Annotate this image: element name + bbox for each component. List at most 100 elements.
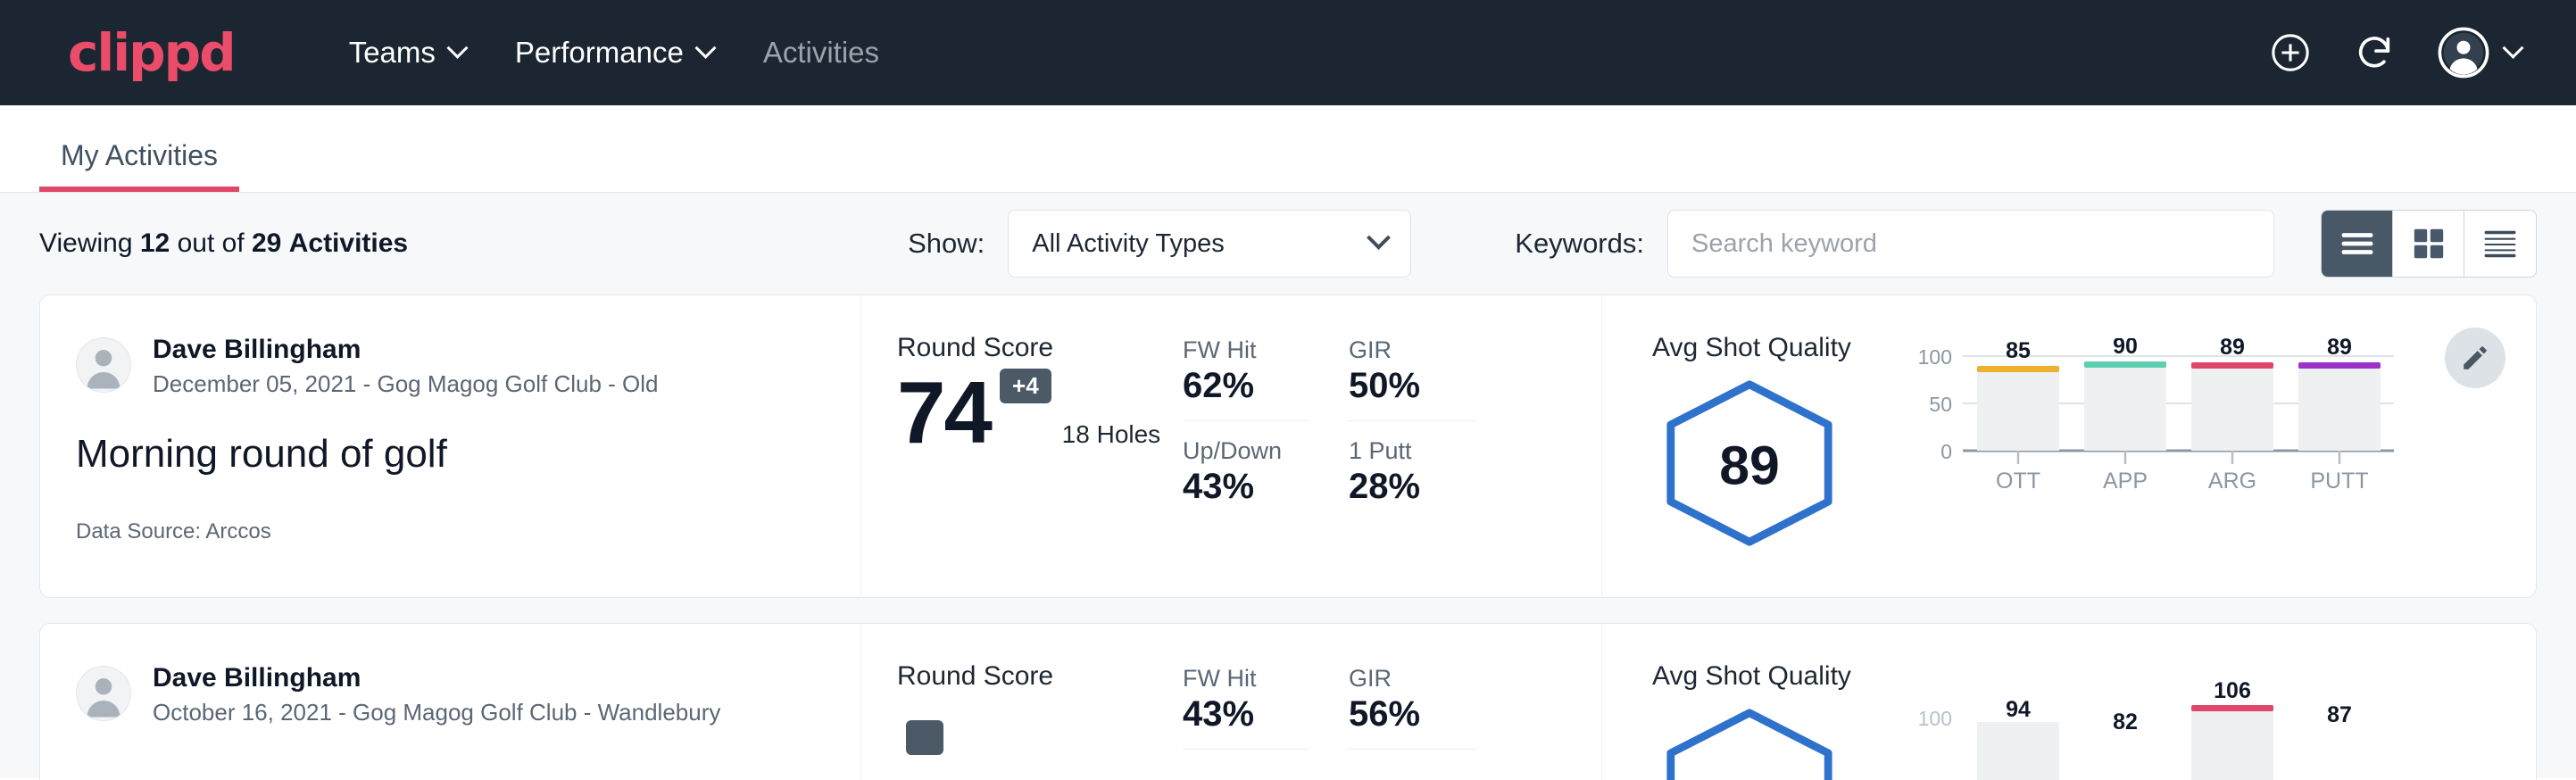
bar-value-ott: 94 <box>2006 697 2031 722</box>
stat-fw-hit-label: FW Hit <box>1183 336 1309 364</box>
view-mode-list-button[interactable] <box>2322 211 2393 277</box>
search-input[interactable] <box>1667 210 2274 278</box>
shot-quality-bar-chart: 100 50 0 85 OTT 90 APP <box>1907 338 2407 526</box>
stat-one-putt-label: 1 Putt <box>1349 437 1475 465</box>
stat-gir-value: 50% <box>1349 366 1475 406</box>
nav-item-teams[interactable]: Teams <box>324 36 490 70</box>
chevron-down-icon <box>2502 37 2523 58</box>
nav-actions <box>2270 27 2521 79</box>
edit-icon <box>2460 343 2490 373</box>
score-to-par-badge <box>906 720 943 755</box>
shot-quality-chart: 100 50 0 85 OTT 90 APP <box>1875 333 2536 597</box>
chevron-down-icon <box>1367 225 1391 249</box>
shot-quality-column: Avg Shot Quality 89 100 50 0 <box>1602 295 2536 597</box>
round-score-value-row: 74 +4 18 Holes <box>897 369 1183 456</box>
bar-arg <box>2191 367 2273 451</box>
shot-quality-hex-block: Avg Shot Quality <box>1652 661 1875 780</box>
edit-activity-button[interactable] <box>2445 328 2505 388</box>
shot-quality-hex-block: Avg Shot Quality 89 <box>1652 333 1875 597</box>
list-view-icon <box>2340 230 2374 257</box>
nav-item-performance[interactable]: Performance <box>490 36 738 70</box>
round-score-column: Round Score <box>861 624 1183 780</box>
avatar <box>76 666 131 721</box>
bar-cap-app <box>2084 361 2166 368</box>
bar-ott <box>1977 370 2059 451</box>
shot-quality-bar-chart: 100 94 82 106 87 <box>1907 667 2407 780</box>
viewing-prefix: Viewing <box>39 228 133 258</box>
bar-cap-arg <box>2191 362 2273 369</box>
activity-title: Morning round of golf <box>76 432 825 477</box>
stat-up-down-value: 43% <box>1183 467 1309 507</box>
avg-shot-quality-heading: Avg Shot Quality <box>1652 333 1875 363</box>
chevron-down-icon <box>694 37 716 58</box>
shot-quality-value: 89 <box>1719 436 1780 496</box>
shot-quality-chart: 100 94 82 106 87 <box>1875 661 2536 780</box>
clippd-logo[interactable]: clippd <box>68 27 235 79</box>
compact-view-icon <box>2483 229 2517 258</box>
bar-ott <box>1977 722 2059 780</box>
score-to-par-badge: +4 <box>1000 369 1051 403</box>
bar-value-arg: 106 <box>2214 678 2251 703</box>
ytick-100: 100 <box>1918 707 1952 730</box>
nav-item-teams-label: Teams <box>349 36 436 70</box>
bar-value-app: 90 <box>2113 338 2138 359</box>
bar-value-app: 82 <box>2113 709 2138 734</box>
account-avatar-icon <box>2438 27 2489 79</box>
tab-my-activities[interactable]: My Activities <box>39 139 239 192</box>
activity-type-select[interactable]: All Activity Types <box>1008 210 1411 278</box>
activity-card[interactable]: Dave Billingham October 16, 2021 - Gog M… <box>39 623 2537 780</box>
bar-value-putt: 87 <box>2327 702 2352 727</box>
viewing-suffix: Activities <box>289 228 408 258</box>
activity-meta: December 05, 2021 - Gog Magog Golf Club … <box>153 370 659 398</box>
stat-up-down: Up/Down 43% <box>1183 437 1309 507</box>
ytick-100: 100 <box>1918 345 1952 369</box>
stat-up-down-label: Up/Down <box>1183 437 1309 465</box>
bar-value-arg: 89 <box>2220 338 2245 360</box>
stat-fw-hit: FW Hit 43% <box>1183 665 1309 750</box>
avatar-placeholder-icon <box>77 666 130 720</box>
activity-profile-column: Dave Billingham October 16, 2021 - Gog M… <box>40 624 861 780</box>
stat-fw-hit: FW Hit 62% <box>1183 336 1309 421</box>
page-tab-bar: My Activities <box>0 105 2576 193</box>
avg-shot-quality-heading: Avg Shot Quality <box>1652 661 1875 692</box>
nav-item-activities[interactable]: Activities <box>738 36 904 70</box>
activity-profile-column: Dave Billingham December 05, 2021 - Gog … <box>40 295 861 597</box>
activity-user: Dave Billingham December 05, 2021 - Gog … <box>76 333 825 398</box>
filter-controls: Show: All Activity Types Keywords: <box>908 210 2537 278</box>
bar-arg <box>2191 709 2273 780</box>
view-mode-grid-button[interactable] <box>2393 211 2464 277</box>
ytick-0: 0 <box>1940 440 1952 463</box>
activity-user: Dave Billingham October 16, 2021 - Gog M… <box>76 661 825 726</box>
viewing-count: 12 <box>140 228 170 258</box>
xlabel-putt: PUTT <box>2310 469 2368 494</box>
filter-bar: Viewing 12 out of 29 Activities Show: Al… <box>39 193 2537 295</box>
keywords-label: Keywords: <box>1515 228 1644 260</box>
holes-label: 18 Holes <box>1062 420 1161 449</box>
view-mode-toggle <box>2321 210 2537 278</box>
activity-card[interactable]: Dave Billingham December 05, 2021 - Gog … <box>39 295 2537 598</box>
tab-my-activities-label: My Activities <box>61 139 218 171</box>
refresh-icon[interactable] <box>2354 32 2395 73</box>
bar-value-ott: 85 <box>2006 338 2031 363</box>
shot-quality-hexagon: 89 <box>1652 376 1847 551</box>
round-score-column: Round Score 74 +4 18 Holes <box>861 295 1183 597</box>
stat-gir-value: 56% <box>1349 694 1475 734</box>
stat-fw-hit-label: FW Hit <box>1183 665 1309 693</box>
show-label: Show: <box>908 228 985 260</box>
activity-user-name: Dave Billingham <box>153 333 659 367</box>
chevron-down-icon <box>446 37 468 58</box>
round-score-value: 74 <box>897 369 991 456</box>
stat-gir-label: GIR <box>1349 336 1475 364</box>
stat-gir: GIR 50% <box>1349 336 1475 421</box>
view-mode-compact-button[interactable] <box>2464 211 2536 277</box>
stat-fw-hit-value: 62% <box>1183 366 1309 406</box>
primary-nav: Teams Performance Activities <box>324 36 904 70</box>
bar-app <box>2084 366 2166 451</box>
account-menu[interactable] <box>2438 27 2521 79</box>
viewing-mid: out of <box>178 228 245 258</box>
round-score-heading: Round Score <box>897 661 1183 692</box>
grid-view-icon <box>2413 228 2445 260</box>
round-score-heading: Round Score <box>897 333 1183 363</box>
plus-circle-icon[interactable] <box>2270 32 2311 73</box>
stats-column: FW Hit 62% GIR 50% Up/Down 43% 1 Putt 28… <box>1183 295 1602 597</box>
